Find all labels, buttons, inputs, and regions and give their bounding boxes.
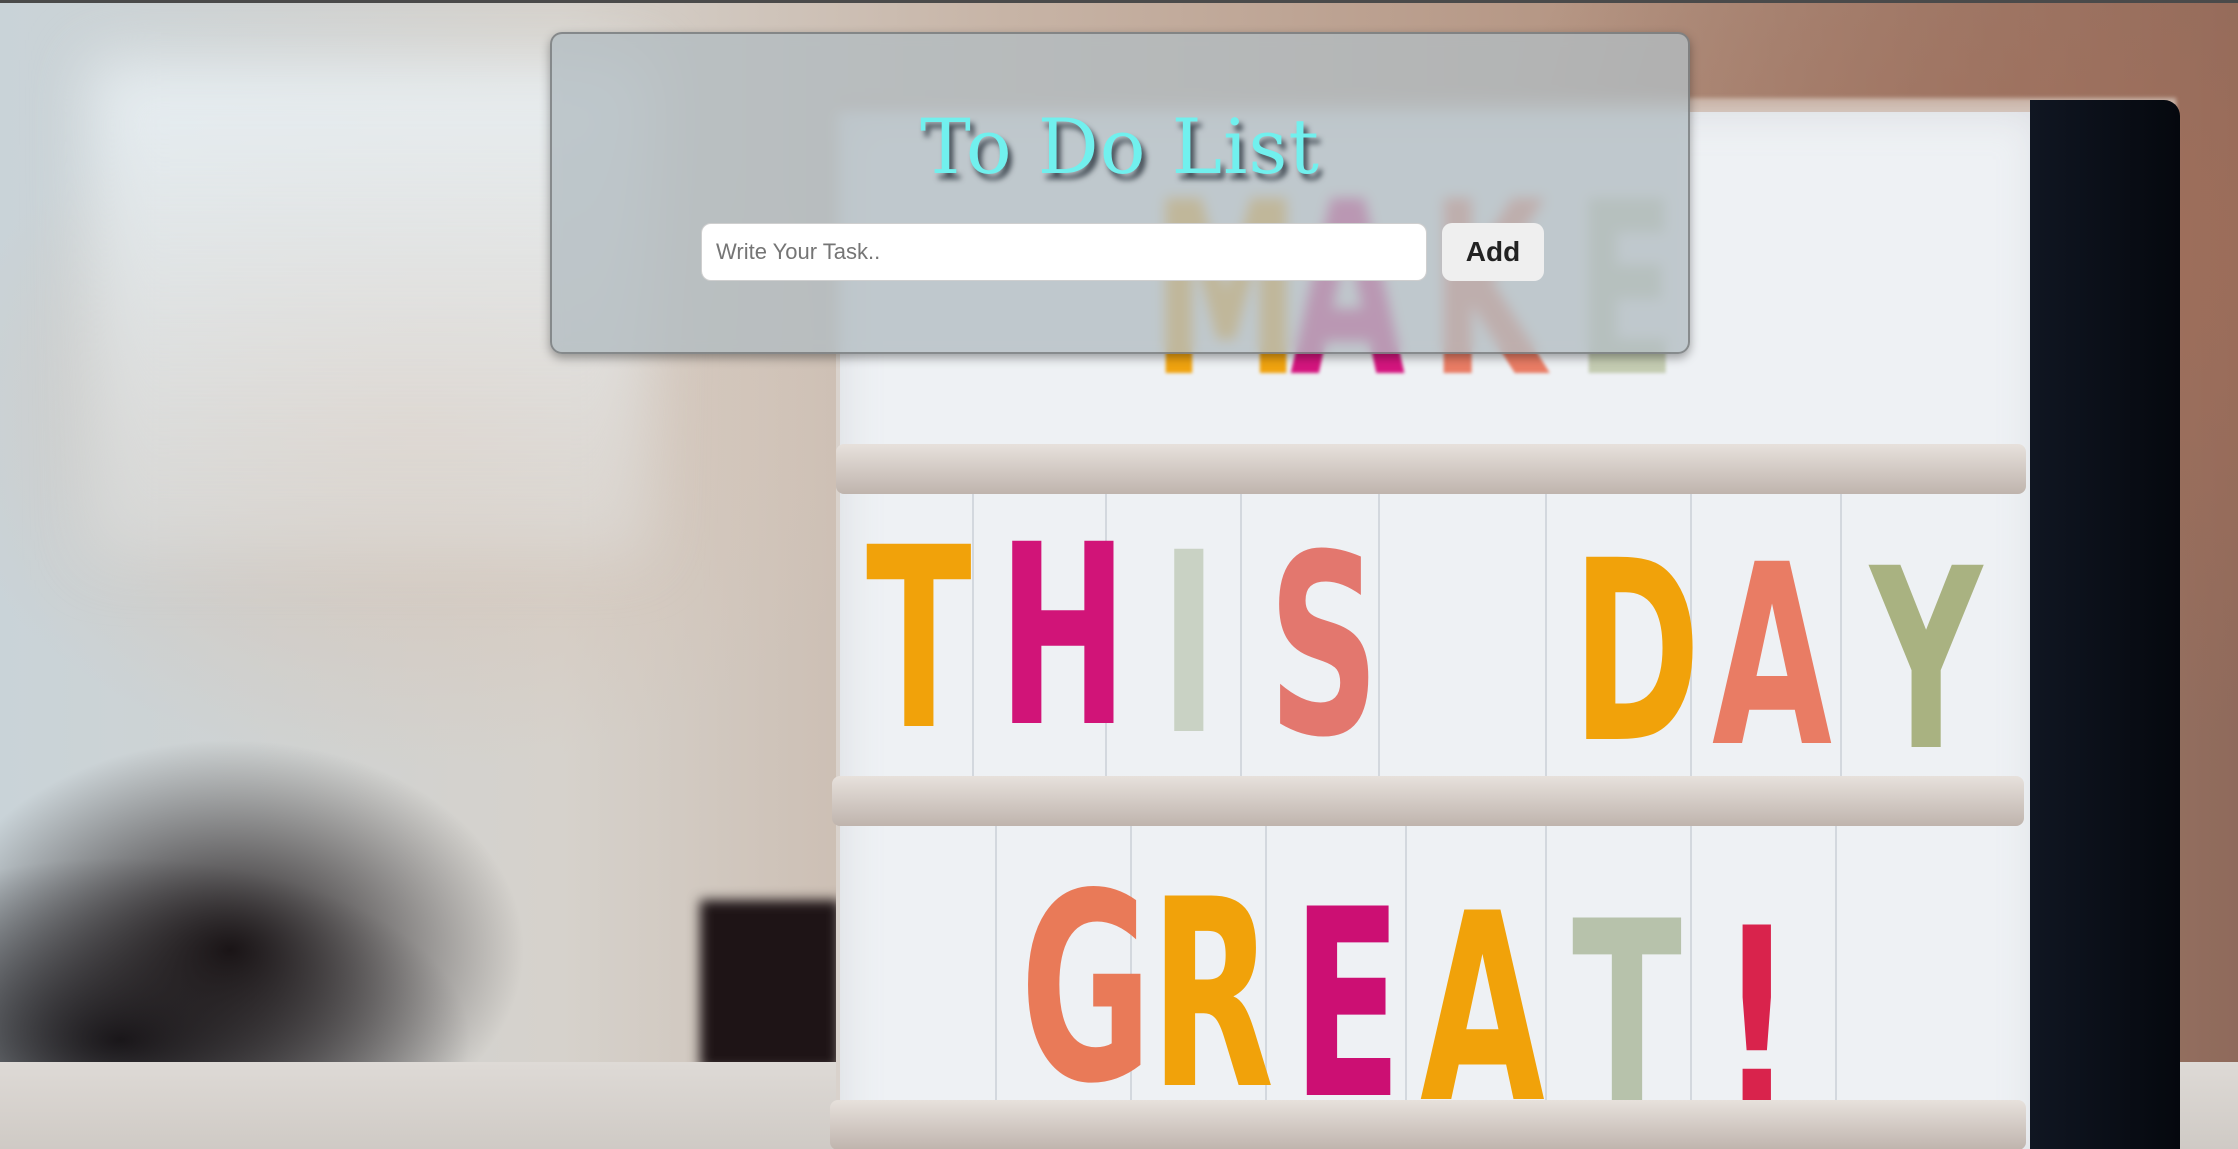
cell-divider bbox=[1690, 820, 1692, 1110]
cell-divider bbox=[1835, 820, 1837, 1110]
window-top-border bbox=[0, 0, 2238, 3]
cell-divider bbox=[1840, 490, 1842, 780]
lightbox-side bbox=[2030, 100, 2180, 1149]
lightbox-letter: S bbox=[1268, 501, 1380, 792]
page-title: To Do List bbox=[920, 102, 1320, 191]
lightbox-rail bbox=[830, 1100, 2026, 1149]
cell-divider bbox=[1240, 490, 1242, 780]
lightbox-rail bbox=[832, 776, 2024, 826]
lightbox-rail bbox=[836, 444, 2026, 494]
cell-divider bbox=[995, 820, 997, 1110]
background-shadow bbox=[700, 900, 840, 1070]
lightbox-letter: Y bbox=[1870, 515, 1983, 806]
cell-divider bbox=[1405, 820, 1407, 1110]
add-button[interactable]: Add bbox=[1442, 223, 1544, 281]
cell-divider bbox=[1545, 820, 1547, 1110]
lightbox-letter: R bbox=[1150, 845, 1275, 1147]
lightbox-letter: H bbox=[998, 491, 1128, 782]
lightbox-letter: D bbox=[1572, 507, 1701, 798]
task-input[interactable] bbox=[701, 223, 1427, 281]
lightbox-letter: T bbox=[866, 494, 972, 785]
lightbox-letter: E bbox=[1292, 855, 1403, 1149]
cell-divider bbox=[1545, 490, 1547, 780]
lightbox-letter: G bbox=[1020, 839, 1153, 1141]
lightbox-letter: A bbox=[1712, 511, 1832, 802]
todo-card: To Do List Add bbox=[550, 32, 1690, 354]
lightbox-letter: I bbox=[1160, 499, 1218, 790]
cell-divider bbox=[972, 490, 974, 780]
